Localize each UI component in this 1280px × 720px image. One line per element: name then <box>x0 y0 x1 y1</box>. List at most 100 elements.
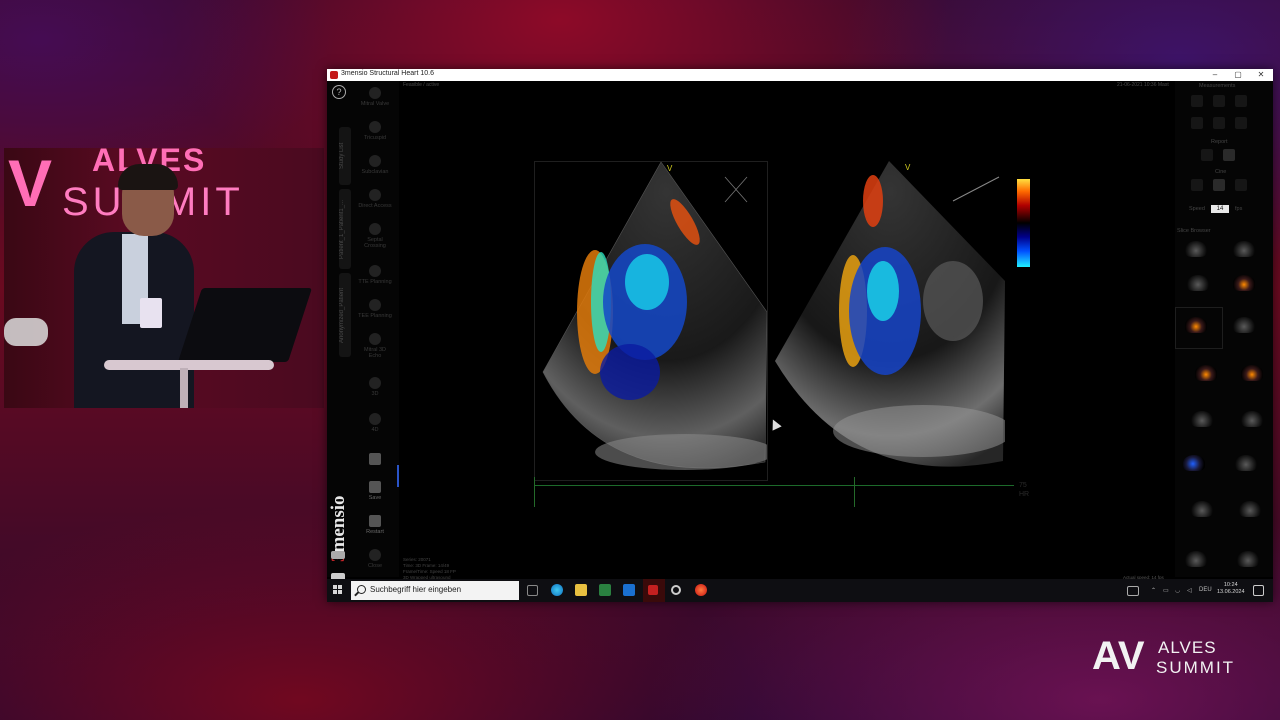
file-explorer-icon[interactable] <box>575 584 587 596</box>
doppler-flow-cyan <box>867 261 899 321</box>
search-icon <box>357 585 366 594</box>
presenter-hair <box>118 164 178 190</box>
tray-chevron-icon[interactable]: ⌃ <box>1151 587 1156 594</box>
measure-point-icon[interactable] <box>1235 117 1247 129</box>
slice-thumbnail[interactable] <box>1187 275 1209 291</box>
slice-thumbnail[interactable] <box>1241 411 1263 427</box>
tab-anonymized-patient[interactable]: Anonymized_Patient <box>339 273 351 357</box>
view-marker-v: V <box>905 163 911 172</box>
slice-thumbnail[interactable] <box>1191 411 1213 427</box>
slice-thumbnail[interactable] <box>1239 501 1261 517</box>
slice-thumbnail[interactable] <box>1241 365 1263 381</box>
cine-next-icon[interactable] <box>1235 179 1247 191</box>
slice-thumbnail[interactable] <box>1233 241 1255 257</box>
window-title: 3mensio Structural Heart 10.6 <box>341 70 434 77</box>
slice-thumbnail[interactable] <box>1195 365 1217 381</box>
tool-mitral-valve[interactable]: Mitral Valve <box>357 87 393 107</box>
network-icon[interactable]: ▭ <box>1163 587 1169 594</box>
3mensio-taskbar-icon[interactable] <box>648 585 658 595</box>
tab-study-list[interactable]: Study List <box>339 127 351 185</box>
store-icon[interactable] <box>599 584 611 596</box>
wifi-icon[interactable]: ◡ <box>1175 587 1180 594</box>
measure-area-icon[interactable] <box>1213 117 1225 129</box>
measure-angle-icon[interactable] <box>1213 95 1225 107</box>
cine-prev-icon[interactable] <box>1191 179 1203 191</box>
3d-icon <box>369 377 381 389</box>
slice-thumbnail[interactable] <box>1233 275 1255 291</box>
direct-access-icon <box>369 189 381 201</box>
settings-gear-icon[interactable] <box>671 585 681 595</box>
tool-tte-planning[interactable]: TTE Planning <box>357 265 393 285</box>
task-view-icon[interactable] <box>527 585 538 596</box>
language-indicator[interactable]: DEU <box>1199 587 1212 593</box>
slice-thumbnail[interactable] <box>1191 501 1213 517</box>
tool-label: Direct Access <box>358 203 392 209</box>
slice-thumbnail[interactable] <box>1233 317 1255 333</box>
report-doc-icon[interactable] <box>1223 149 1235 161</box>
slice-thumbnail[interactable] <box>1185 241 1207 257</box>
save-label: Save <box>368 495 382 501</box>
close-tool-button[interactable]: Close <box>357 549 393 569</box>
subclavian-icon <box>369 155 381 167</box>
taskbar-clock[interactable]: 10:24 13.06.2024 <box>1217 582 1245 596</box>
slice-thumbnail[interactable] <box>1183 455 1205 471</box>
tool-label: Mitral 3D Echo <box>363 347 386 359</box>
ecg-marker-start <box>534 477 537 507</box>
fps-label: fps <box>1235 206 1243 212</box>
tab-patient[interactable]: Patient_1_Patient1_... <box>339 189 351 269</box>
measure-line-icon[interactable] <box>1191 95 1203 107</box>
cine-pause-icon[interactable] <box>1213 179 1225 191</box>
save-icon <box>369 481 381 493</box>
tool-tricuspid[interactable]: Tricuspid <box>357 121 393 141</box>
ecg-marker-current[interactable] <box>854 477 857 507</box>
tool-label: Mitral Valve <box>360 101 390 107</box>
help-icon[interactable]: ? <box>332 85 346 99</box>
tool-3d[interactable]: 3D <box>357 377 393 397</box>
tool-mitral-3d-echo[interactable]: Mitral 3D Echo <box>357 333 393 359</box>
minimize-button[interactable]: – <box>1207 69 1223 81</box>
restart-icon <box>369 515 381 527</box>
speed-input[interactable]: 14 <box>1211 205 1229 213</box>
app-taskbar-icon[interactable] <box>695 584 707 596</box>
laptop <box>177 288 313 362</box>
tool-direct-access[interactable]: Direct Access <box>357 189 393 209</box>
active-tool-indicator <box>397 465 399 487</box>
heart-rate-value: 75 <box>1019 482 1027 489</box>
4d-icon <box>369 413 381 425</box>
logo-alves: ALVES <box>1158 638 1217 657</box>
keyboard-icon[interactable] <box>1127 586 1139 596</box>
mail-icon[interactable] <box>623 584 635 596</box>
echo-view-right[interactable]: V <box>773 161 1005 479</box>
presenter-video: V ALVES SUMMIT <box>4 148 324 408</box>
tool-echo-active[interactable] <box>357 453 393 467</box>
tool-4d[interactable]: 4D <box>357 413 393 433</box>
slice-thumbnail[interactable] <box>1185 551 1207 567</box>
close-button[interactable]: ✕ <box>1253 69 1269 81</box>
measure-ruler-icon[interactable] <box>1191 117 1203 129</box>
restart-button[interactable]: Restart <box>357 515 393 535</box>
tool-tee-planning[interactable]: TEE Planning <box>357 299 393 319</box>
cine-label: Cine <box>1215 169 1227 175</box>
tool-septal-crossing[interactable]: Septal Crossing <box>357 223 393 249</box>
windows-start-icon[interactable] <box>333 585 343 595</box>
report-camera-icon[interactable] <box>1201 149 1213 161</box>
echo-view-left[interactable]: V <box>534 161 768 481</box>
maximize-button[interactable]: ▢ <box>1230 69 1246 81</box>
slice-thumbnail[interactable] <box>1185 317 1207 333</box>
taskbar-search-box[interactable]: Suchbegriff hier eingeben <box>351 581 519 600</box>
volume-icon[interactable]: ◁ <box>1187 587 1192 594</box>
clock-time: 10:24 <box>1223 582 1238 588</box>
slice-thumbnail[interactable] <box>1237 551 1259 567</box>
notification-icon[interactable] <box>1253 585 1264 596</box>
tool-label: Subclavian <box>361 169 389 175</box>
save-button[interactable]: Save <box>357 481 393 501</box>
ecg-trace <box>534 485 1014 490</box>
brand-name: mensio <box>328 495 349 553</box>
heart-rate-readout: 75 HR <box>1019 481 1029 499</box>
tool-label: TEE Planning <box>358 313 392 319</box>
measure-text-icon[interactable] <box>1235 95 1247 107</box>
tool-subclavian[interactable]: Subclavian <box>357 155 393 175</box>
slice-thumbnail[interactable] <box>1235 455 1257 471</box>
edge-browser-icon[interactable] <box>551 584 563 596</box>
logo-av: AV <box>1092 634 1145 678</box>
